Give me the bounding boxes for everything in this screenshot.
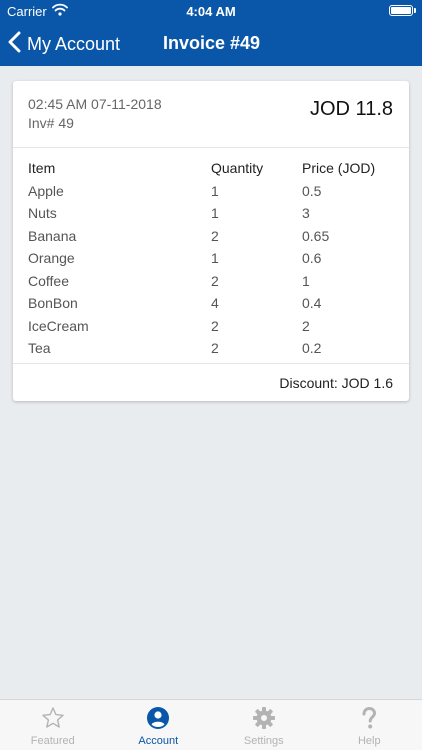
item-quantity: 1 (211, 182, 219, 199)
item-price: 2 (302, 317, 310, 334)
tab-help[interactable]: Help (317, 700, 422, 750)
tab-label: Account (138, 735, 179, 747)
item-name: Tea (28, 340, 51, 357)
item-quantity: 1 (211, 205, 219, 222)
tab-label: Featured (30, 735, 75, 747)
account-icon (106, 706, 212, 730)
invoice-card: 02:45 AM 07-11-2018 Inv# 49 JOD 11.8 Ite… (13, 81, 409, 401)
nav-bar: My Account Invoice #49 (0, 22, 422, 66)
item-name: Banana (28, 227, 77, 244)
item-price: 1 (302, 272, 310, 289)
invoice-datetime: 02:45 AM 07-11-2018 (28, 96, 162, 112)
tab-label: Settings (243, 735, 284, 747)
question-icon (317, 706, 422, 730)
item-price: 0.4 (302, 295, 322, 312)
column-header-price: Price (JOD) (302, 160, 376, 177)
gear-icon (211, 706, 317, 730)
table-row: Coffee 2 1 (28, 270, 398, 293)
item-quantity: 2 (211, 340, 219, 357)
item-name: IceCream (28, 317, 89, 334)
item-quantity: 2 (211, 272, 219, 289)
item-price: 0.2 (302, 340, 322, 357)
tab-featured[interactable]: Featured (0, 700, 106, 750)
invoice-total: JOD 11.8 (310, 98, 393, 120)
table-row: Apple 1 0.5 (28, 180, 398, 203)
item-quantity: 2 (211, 317, 219, 334)
page-title: Invoice #49 (163, 33, 261, 53)
item-price: 0.65 (302, 227, 330, 244)
tab-label: Help (357, 735, 381, 747)
chevron-left-icon (8, 31, 21, 58)
item-name: Apple (28, 182, 64, 199)
divider (13, 147, 409, 148)
back-label: My Account (27, 33, 121, 54)
back-button[interactable]: My Account (8, 30, 120, 58)
table-row: Tea 2 0.2 (28, 337, 398, 360)
tab-bar: Featured Account Settings Help (0, 699, 422, 750)
item-quantity: 1 (211, 250, 219, 267)
invoice-number: Inv# 49 (28, 115, 74, 131)
status-time: 4:04 AM (186, 4, 236, 19)
star-icon (0, 706, 106, 730)
header: Carrier 4:04 AM My Account Invoice #49 (0, 0, 422, 66)
tab-settings[interactable]: Settings (211, 700, 317, 750)
item-price: 3 (302, 205, 310, 222)
item-quantity: 4 (211, 295, 219, 312)
item-price: 0.5 (302, 182, 322, 199)
item-name: Orange (28, 250, 75, 267)
table-row: Orange 1 0.6 (28, 247, 398, 270)
item-price: 0.6 (302, 250, 322, 267)
divider (13, 363, 409, 364)
table-row: IceCream 2 2 (28, 315, 398, 338)
column-header-item: Item (28, 160, 56, 177)
item-name: Nuts (28, 205, 57, 222)
table-header: Item Quantity Price (JOD) (28, 157, 398, 180)
table-row: Nuts 1 3 (28, 202, 398, 225)
invoice-discount: Discount: JOD 1.6 (279, 375, 393, 391)
item-name: BonBon (28, 295, 78, 312)
item-name: Coffee (28, 272, 69, 289)
status-bar: Carrier 4:04 AM (0, 0, 422, 22)
battery-icon (389, 5, 413, 16)
item-quantity: 2 (211, 227, 219, 244)
invoice-summary: 02:45 AM 07-11-2018 Inv# 49 JOD 11.8 (13, 81, 409, 147)
table-row: Banana 2 0.65 (28, 225, 398, 248)
tab-account[interactable]: Account (106, 700, 212, 750)
table-row: BonBon 4 0.4 (28, 292, 398, 315)
items-table: Item Quantity Price (JOD) Apple 1 0.5 Nu… (28, 157, 398, 360)
column-header-quantity: Quantity (211, 160, 264, 177)
